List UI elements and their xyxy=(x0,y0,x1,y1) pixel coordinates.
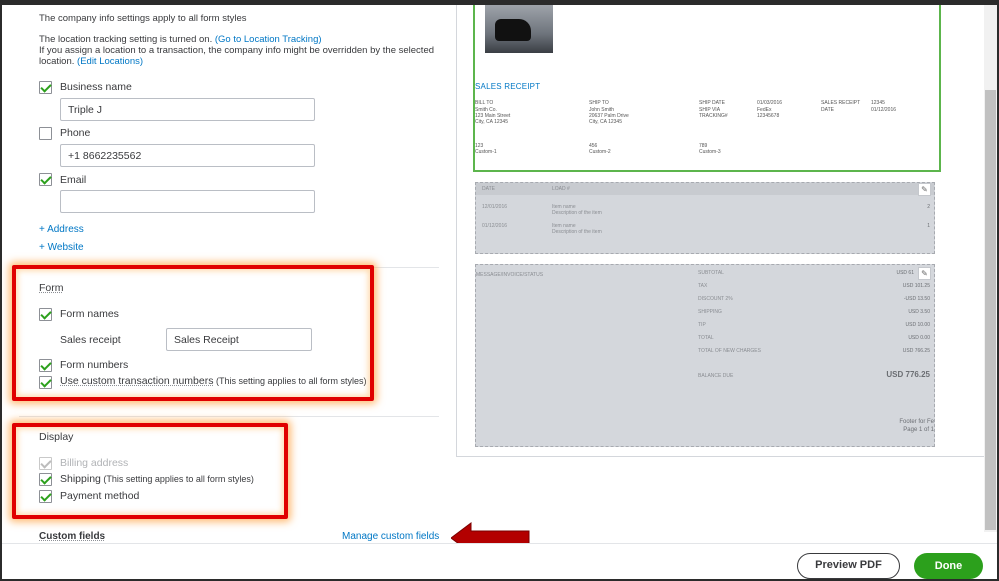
discount-value: -USD 13.50 xyxy=(903,296,930,302)
receipt-no-label: SALES RECEIPT xyxy=(821,100,861,106)
company-info-note: The company info settings apply to all f… xyxy=(39,13,247,24)
location-tracking-note: The location tracking setting is turned … xyxy=(39,34,439,45)
tip-value: USD 10.00 xyxy=(905,322,930,328)
business-name-input[interactable]: Triple J xyxy=(60,98,315,121)
new-charges-label: TOTAL OF NEW CHARGES xyxy=(698,348,761,354)
edit-pencil-icon[interactable]: ✎ xyxy=(918,183,931,196)
receipt-no-value: 12345 xyxy=(871,100,885,106)
balance-due-value: USD 776.25 xyxy=(886,370,930,379)
row-item-desc: Description of the item xyxy=(552,210,602,216)
ship-to-label: SHIP TO xyxy=(589,100,609,106)
custom-label: Custom-3 xyxy=(699,149,721,155)
email-label: Email xyxy=(60,174,87,186)
form-preview: SALES RECEIPT BILL TO Smith Co. 123 Main… xyxy=(456,5,990,457)
phone-checkbox[interactable] xyxy=(39,127,52,140)
row-item-desc: Description of the item xyxy=(552,229,602,235)
business-name-checkbox[interactable] xyxy=(39,81,52,94)
company-header-area[interactable]: SALES RECEIPT BILL TO Smith Co. 123 Main… xyxy=(473,5,941,172)
add-website-link[interactable]: + Website xyxy=(39,242,84,253)
divider xyxy=(19,416,439,417)
total-value: USD 0.00 xyxy=(908,335,930,341)
row-qty: 1 xyxy=(927,223,930,229)
phone-input[interactable]: +1 8662235562 xyxy=(60,144,315,167)
done-button[interactable]: Done xyxy=(914,553,983,579)
message-label: MESSAGE/INVOICE/STATUS xyxy=(476,272,544,278)
ship-date-label: SHIP DATE xyxy=(699,100,725,106)
date-column-header: DATE xyxy=(482,186,495,192)
page-number: Page 1 of 1 xyxy=(903,427,934,433)
tax-label: TAX xyxy=(698,283,708,289)
phone-label: Phone xyxy=(60,127,91,139)
preview-pdf-button[interactable]: Preview PDF xyxy=(797,553,900,579)
location-override-note: If you assign a location to a transactio… xyxy=(39,45,435,56)
discount-label: DISCOUNT 2% xyxy=(698,296,733,302)
custom-label: Custom-1 xyxy=(475,149,497,155)
settings-window: The company info settings apply to all f… xyxy=(0,0,999,581)
line-items-area[interactable]: DATE LOAD # ✎ 12/01/2016 Item name Descr… xyxy=(475,182,935,254)
custom-label: Custom-2 xyxy=(589,149,611,155)
ship-to-line: City, CA 12345 xyxy=(589,119,622,125)
scrollbar-thumb[interactable] xyxy=(985,90,996,530)
subtotal-value: USD 61 xyxy=(896,270,914,276)
row-date: 12/01/2016 xyxy=(482,204,508,210)
add-address-link[interactable]: + Address xyxy=(39,224,84,235)
email-input[interactable] xyxy=(60,190,315,213)
sales-receipt-title: SALES RECEIPT xyxy=(475,82,541,91)
go-to-location-tracking-link[interactable]: (Go to Location Tracking) xyxy=(215,34,322,45)
display-highlight-box xyxy=(12,423,288,519)
edit-pencil-icon[interactable]: ✎ xyxy=(918,267,931,280)
receipt-date-value: 01/12/2016 xyxy=(871,107,897,113)
bill-to-line: City, CA 12345 xyxy=(475,119,508,125)
row-date: 01/12/2016 xyxy=(482,223,508,229)
location-note-text: The location tracking setting is turned … xyxy=(39,34,215,45)
location-line: location. (Edit Locations) xyxy=(39,56,439,67)
balance-due-label: BALANCE DUE xyxy=(698,373,734,379)
line-items-header xyxy=(476,183,934,195)
load-column-header: LOAD # xyxy=(552,186,570,192)
custom-fields-title: Custom fields xyxy=(39,531,106,542)
edit-locations-link[interactable]: (Edit Locations) xyxy=(77,56,143,67)
bill-to-label: BILL TO xyxy=(475,100,494,106)
total-label: TOTAL xyxy=(698,335,714,341)
new-charges-value: USD 766.25 xyxy=(902,348,930,354)
shipping-total-label: SHIPPING xyxy=(698,309,722,315)
totals-area[interactable]: MESSAGE/INVOICE/STATUS ✎ SUBTOTAL USD 61… xyxy=(475,264,935,447)
form-preview-panel: SALES RECEIPT BILL TO Smith Co. 123 Main… xyxy=(448,5,997,579)
location-line-text: location. xyxy=(39,56,78,67)
row-qty: 2 xyxy=(927,204,930,210)
manage-custom-fields-link[interactable]: Manage custom fields xyxy=(342,531,439,542)
logo-image xyxy=(485,5,553,53)
tax-value: USD 101.25 xyxy=(902,283,930,289)
subtotal-label: SUBTOTAL xyxy=(698,270,724,276)
tracking-value: 12345678 xyxy=(757,113,780,119)
footer-text: Footer for Fe xyxy=(899,419,934,425)
customize-panel: The company info settings apply to all f… xyxy=(2,5,448,579)
shipping-total-value: USD 3.50 xyxy=(908,309,930,315)
tracking-label: TRACKING# xyxy=(699,113,728,119)
receipt-date-label: DATE xyxy=(821,107,834,113)
tip-label: TIP xyxy=(698,322,706,328)
business-name-label: Business name xyxy=(60,81,132,93)
email-checkbox[interactable] xyxy=(39,173,52,186)
form-highlight-box xyxy=(12,265,374,401)
ship-date-value: 01/03/2016 xyxy=(757,100,783,106)
